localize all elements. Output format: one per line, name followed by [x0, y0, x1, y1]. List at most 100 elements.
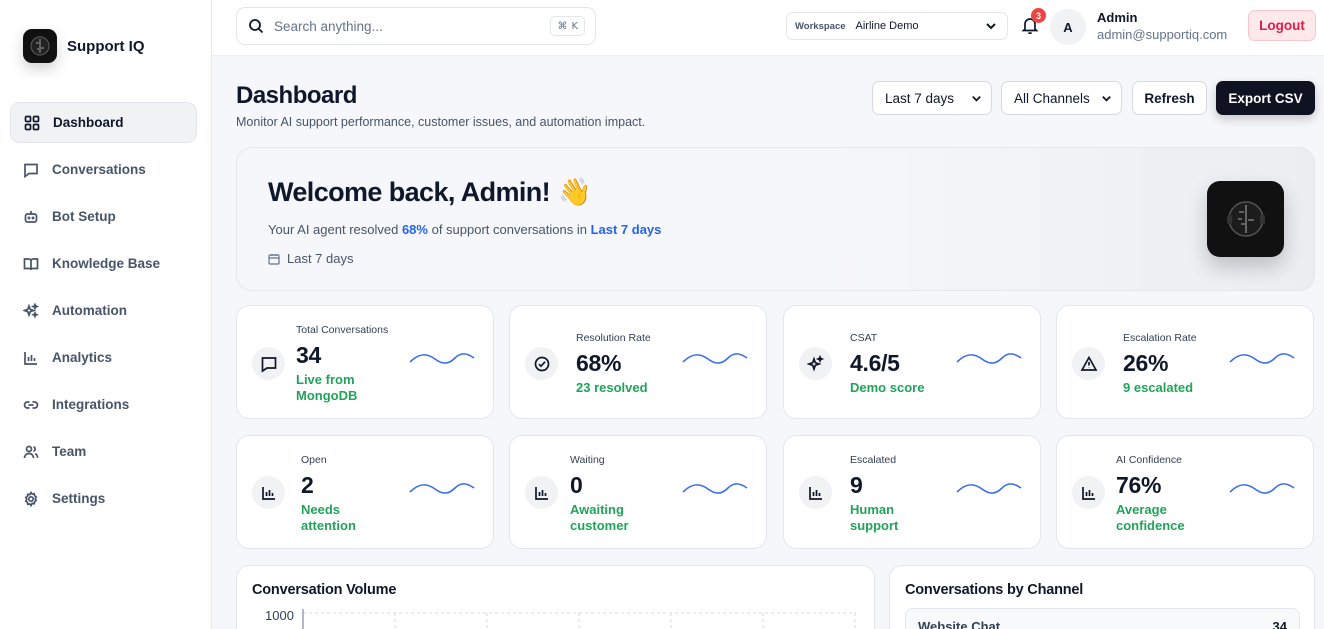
chevron-down-icon — [986, 23, 996, 30]
sparkline — [409, 353, 475, 364]
refresh-button[interactable]: Refresh — [1132, 81, 1207, 115]
stat-value: 26% — [1123, 350, 1169, 376]
stat-sub: Human support — [850, 502, 899, 533]
bot-icon — [24, 210, 38, 223]
conversations-by-channel-panel: Conversations by Channel Website Chat 34 — [889, 565, 1315, 629]
sidebar-item-label: Conversations — [52, 162, 146, 177]
sidebar-item-settings[interactable]: Settings — [10, 478, 197, 519]
bar-chart-icon — [799, 476, 832, 509]
welcome-title: Welcome back, Admin! 👋 — [268, 176, 592, 208]
bar-chart-icon — [24, 351, 37, 365]
topbar: ⌘ K Workspace Airline Demo 3 A Admin adm… — [212, 0, 1324, 56]
stat-label: Open — [301, 454, 327, 466]
avatar[interactable]: A — [1050, 9, 1086, 45]
logout-button[interactable]: Logout — [1248, 10, 1316, 41]
stat-label: Escalated — [850, 454, 897, 466]
stat-card-open[interactable]: Open 2 Needs attention — [236, 435, 494, 549]
sparkline — [956, 483, 1022, 494]
export-csv-button[interactable]: Export CSV — [1216, 81, 1315, 115]
summary-mid: of support conversations in — [427, 222, 591, 237]
summary-before: Your AI agent resolved — [268, 222, 402, 237]
sidebar-item-label: Integrations — [52, 397, 130, 412]
sidebar: Support IQ Dashboard Conversations Bot S… — [0, 0, 212, 629]
sidebar-item-label: Knowledge Base — [52, 256, 161, 271]
stat-card-escalated[interactable]: Escalated 9 Human support — [783, 435, 1041, 549]
sidebar-item-bot-setup[interactable]: Bot Setup — [10, 196, 197, 237]
stat-sub: Awaiting customer — [570, 502, 629, 533]
brand-name: Support IQ — [67, 37, 145, 55]
stat-sub: Average confidence — [1116, 502, 1185, 533]
sparkline — [1229, 353, 1295, 364]
search-box[interactable]: ⌘ K — [236, 7, 596, 45]
sidebar-item-label: Settings — [52, 491, 106, 506]
bar-chart-icon — [525, 476, 558, 509]
user-name: Admin — [1097, 10, 1138, 25]
workspace-label: Workspace — [795, 20, 846, 32]
stat-value: 76% — [1116, 472, 1162, 498]
channel-select[interactable]: All Channels — [1001, 81, 1122, 115]
search-icon — [249, 19, 264, 34]
stat-value: 2 — [301, 472, 314, 498]
search-input[interactable] — [274, 18, 534, 34]
stat-value: 9 — [850, 472, 863, 498]
sparkle-icon — [23, 302, 39, 319]
stat-card-waiting[interactable]: Waiting 0 Awaiting customer — [509, 435, 767, 549]
gear-icon — [24, 490, 38, 507]
warning-icon — [1072, 347, 1105, 380]
stat-label: CSAT — [850, 332, 878, 344]
stat-value: 0 — [570, 472, 583, 498]
shortcut-symbol: ⌘ — [557, 20, 568, 32]
stat-label: AI Confidence — [1116, 454, 1182, 466]
stat-card-total-conversations[interactable]: Total Conversations 34 Live from MongoDB — [236, 305, 494, 419]
sidebar-item-automation[interactable]: Automation — [10, 290, 197, 331]
users-icon — [23, 445, 39, 458]
sparkline — [682, 483, 748, 494]
stat-sub: Needs attention — [301, 502, 356, 533]
summary-range: Last 7 days — [590, 222, 662, 237]
channel-row[interactable]: Website Chat 34 — [905, 608, 1300, 629]
sidebar-item-team[interactable]: Team — [10, 431, 197, 472]
check-circle-icon — [525, 347, 558, 380]
wave-emoji: 👋 — [558, 177, 592, 207]
calendar-icon — [268, 253, 280, 265]
stat-value: 34 — [296, 342, 321, 368]
stat-sub: Live from MongoDB — [296, 372, 358, 403]
stat-value: 4.6/5 — [850, 350, 900, 376]
sidebar-item-integrations[interactable]: Integrations — [10, 384, 197, 425]
y-tick-label: 1000 — [265, 608, 294, 623]
stat-card-csat[interactable]: CSAT 4.6/5 Demo score — [783, 305, 1041, 419]
channel-row-value: 34 — [1272, 619, 1287, 629]
page-title: Dashboard — [236, 82, 357, 109]
chevron-down-icon — [1102, 95, 1111, 102]
welcome-date: Last 7 days — [268, 251, 354, 266]
search-shortcut-badge: ⌘ K — [550, 16, 585, 36]
stat-card-resolution-rate[interactable]: Resolution Rate 68% 23 resolved — [509, 305, 767, 419]
sidebar-item-dashboard[interactable]: Dashboard — [10, 102, 197, 143]
chevron-down-icon — [972, 95, 981, 102]
welcome-date-text: Last 7 days — [287, 251, 354, 266]
bot-logo-icon — [1207, 181, 1284, 257]
sparkline — [956, 353, 1022, 364]
sidebar-item-conversations[interactable]: Conversations — [10, 149, 197, 190]
stat-label: Resolution Rate — [576, 332, 651, 344]
stat-card-ai-confidence[interactable]: AI Confidence 76% Average confidence — [1056, 435, 1314, 549]
date-range-select[interactable]: Last 7 days — [872, 81, 992, 115]
sidebar-item-label: Analytics — [52, 350, 113, 365]
sidebar-item-analytics[interactable]: Analytics — [10, 337, 197, 378]
stat-card-escalation-rate[interactable]: Escalation Rate 26% 9 escalated — [1056, 305, 1314, 419]
stat-label: Escalation Rate — [1123, 332, 1197, 344]
user-email: admin@supportiq.com — [1097, 27, 1228, 42]
panel-title: Conversation Volume — [252, 582, 397, 598]
brand[interactable]: Support IQ — [23, 29, 145, 63]
sidebar-item-knowledge-base[interactable]: Knowledge Base — [10, 243, 197, 284]
stat-sub: 9 escalated — [1123, 380, 1194, 395]
bar-chart-icon — [1072, 476, 1105, 509]
sidebar-item-label: Automation — [52, 303, 127, 318]
bar-chart-icon — [252, 476, 285, 509]
message-icon — [24, 163, 38, 178]
stat-label: Waiting — [570, 454, 605, 466]
sparkline — [682, 353, 748, 364]
brand-logo-icon — [23, 29, 57, 63]
workspace-value: Airline Demo — [855, 20, 919, 32]
workspace-select[interactable]: Workspace Airline Demo — [786, 12, 1008, 40]
